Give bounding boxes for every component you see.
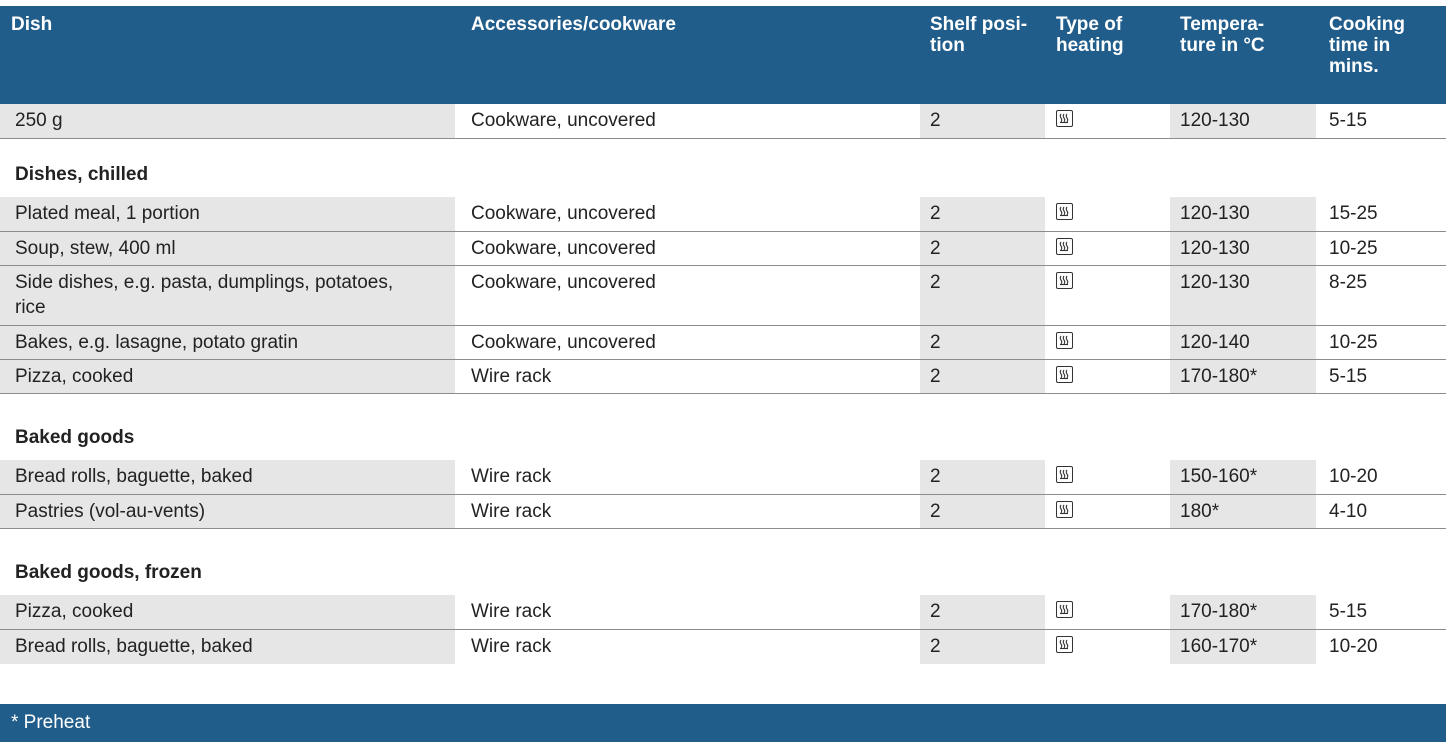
cell-time: 8-25 <box>1329 272 1368 293</box>
cell-temperature: 120-130 <box>1180 272 1250 293</box>
cell-shelf: 2 <box>930 203 941 224</box>
cell-dish-line2: rice <box>15 297 46 318</box>
header-time-line2: time in <box>1329 35 1391 56</box>
header-type-of-heating: Type of heating <box>1056 14 1124 56</box>
header-heating-line1: Type of <box>1056 14 1123 35</box>
table-row: Bread rolls, baguette, baked Wire rack 2… <box>0 460 1446 494</box>
cell-shelf: 2 <box>930 601 941 622</box>
table-row: Plated meal, 1 portion Cookware, uncover… <box>0 197 1446 231</box>
steam-heating-icon <box>1056 636 1073 653</box>
cell-dish: Side dishes, e.g. pasta, dumplings, pota… <box>15 270 393 320</box>
cell-dish: Soup, stew, 400 ml <box>15 238 176 259</box>
header-shelf-position: Shelf posi- tion <box>930 14 1027 56</box>
cell-accessories: Wire rack <box>471 601 552 622</box>
table-row: Soup, stew, 400 ml Cookware, uncovered 2… <box>0 232 1446 265</box>
steam-heating-icon <box>1056 601 1073 618</box>
cell-temperature: 180* <box>1180 501 1220 522</box>
cell-time: 4-10 <box>1329 501 1368 522</box>
row-shade <box>0 104 455 138</box>
cell-time: 5-15 <box>1329 601 1368 622</box>
cell-accessories: Cookware, uncovered <box>471 203 656 224</box>
table-row: Pizza, cooked Wire rack 2 170-180* 5-15 <box>0 360 1446 393</box>
cell-time: 15-25 <box>1329 203 1378 224</box>
row-separator <box>0 393 1446 394</box>
cell-time: 5-15 <box>1329 110 1368 131</box>
cell-dish: Pastries (vol-au-vents) <box>15 501 206 522</box>
cell-time: 10-20 <box>1329 636 1378 657</box>
cell-accessories: Cookware, uncovered <box>471 272 656 293</box>
cell-accessories: Wire rack <box>471 636 552 657</box>
table-row: Side dishes, e.g. pasta, dumplings, pota… <box>0 266 1446 325</box>
header-temp-line2: ture in °C <box>1180 35 1265 56</box>
steam-heating-icon <box>1056 366 1073 383</box>
header-shelf-line2: tion <box>930 35 965 56</box>
cell-dish: Pizza, cooked <box>15 601 134 622</box>
cell-shelf: 2 <box>930 466 941 487</box>
table-footer: * Preheat <box>0 704 1446 742</box>
header-shelf-line1: Shelf posi- <box>930 14 1028 35</box>
section-baked-goods-frozen: Baked goods, frozen <box>15 562 202 583</box>
cell-dish: Bread rolls, baguette, baked <box>15 636 253 657</box>
cell-temperature: 120-140 <box>1180 332 1250 353</box>
cell-time: 10-20 <box>1329 466 1378 487</box>
cell-shelf: 2 <box>930 110 941 131</box>
cell-temperature: 120-130 <box>1180 110 1250 131</box>
cell-accessories: Cookware, uncovered <box>471 110 656 131</box>
cell-dish: Plated meal, 1 portion <box>15 203 200 224</box>
cell-dish: Bread rolls, baguette, baked <box>15 466 253 487</box>
section-baked-goods: Baked goods <box>15 427 135 448</box>
cell-dish: Bakes, e.g. lasagne, potato gratin <box>15 332 299 353</box>
cell-shelf: 2 <box>930 332 941 353</box>
table-header: Dish Accessories/cookware Shelf posi- ti… <box>0 6 1446 104</box>
header-heating-line2: heating <box>1056 35 1124 56</box>
cell-time: 5-15 <box>1329 366 1368 387</box>
cell-shelf: 2 <box>930 272 941 293</box>
cell-accessories: Wire rack <box>471 466 552 487</box>
steam-heating-icon <box>1056 501 1073 518</box>
cell-dish: Pizza, cooked <box>15 366 134 387</box>
header-time-line3: mins. <box>1329 56 1379 77</box>
cell-temperature: 150-160* <box>1180 466 1258 487</box>
table-row: Bakes, e.g. lasagne, potato gratin Cookw… <box>0 326 1446 359</box>
cell-dish: 250 g <box>15 110 63 131</box>
header-cooking-time: Cooking time in mins. <box>1329 14 1405 77</box>
cell-accessories: Wire rack <box>471 366 552 387</box>
steam-heating-icon <box>1056 238 1073 255</box>
row-separator <box>0 528 1446 529</box>
cell-dish-line1: Side dishes, e.g. pasta, dumplings, pota… <box>15 272 394 293</box>
cell-temperature: 170-180* <box>1180 601 1258 622</box>
table-row: Pizza, cooked Wire rack 2 170-180* 5-15 <box>0 595 1446 629</box>
cell-temperature: 160-170* <box>1180 636 1258 657</box>
cell-temperature: 120-130 <box>1180 203 1250 224</box>
header-time-line1: Cooking <box>1329 14 1405 35</box>
header-accessories: Accessories/cookware <box>471 14 676 35</box>
table-row: 250 g Cookware, uncovered 2 120-130 5-15 <box>0 104 1446 138</box>
cell-temperature: 170-180* <box>1180 366 1258 387</box>
table-row: Bread rolls, baguette, baked Wire rack 2… <box>0 630 1446 664</box>
row-separator <box>0 138 1446 139</box>
steam-heating-icon <box>1056 272 1073 289</box>
cell-shelf: 2 <box>930 366 941 387</box>
table-row: Pastries (vol-au-vents) Wire rack 2 180*… <box>0 495 1446 528</box>
cell-shelf: 2 <box>930 636 941 657</box>
header-temperature: Tempera- ture in °C <box>1180 14 1265 56</box>
cell-shelf: 2 <box>930 501 941 522</box>
cell-temperature: 120-130 <box>1180 238 1250 259</box>
steam-heating-icon <box>1056 110 1073 127</box>
header-temp-line1: Tempera- <box>1180 14 1265 35</box>
steam-heating-icon <box>1056 203 1073 220</box>
cell-shelf: 2 <box>930 238 941 259</box>
cell-time: 10-25 <box>1329 332 1378 353</box>
steam-heating-icon <box>1056 332 1073 349</box>
header-dish: Dish <box>11 14 53 35</box>
section-dishes-chilled: Dishes, chilled <box>15 164 149 185</box>
cell-accessories: Wire rack <box>471 501 552 522</box>
cell-time: 10-25 <box>1329 238 1378 259</box>
cell-accessories: Cookware, uncovered <box>471 238 656 259</box>
steam-heating-icon <box>1056 466 1073 483</box>
footer-note: * Preheat <box>11 712 91 733</box>
cell-accessories: Cookware, uncovered <box>471 332 656 353</box>
